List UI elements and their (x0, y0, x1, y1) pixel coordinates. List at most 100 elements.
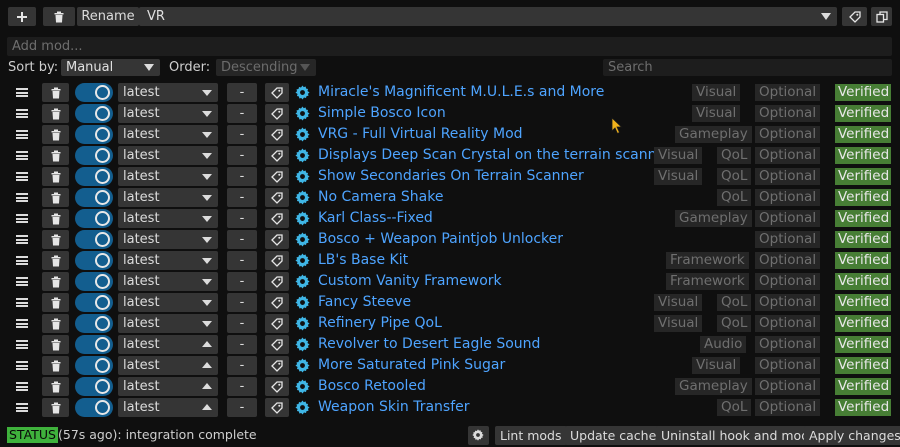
sort-by-select[interactable]: Manual (61, 59, 160, 76)
remove-mod-button[interactable] (42, 272, 69, 291)
mod-enabled-toggle[interactable] (75, 335, 113, 354)
version-select[interactable]: latest (118, 398, 218, 417)
profile-select[interactable]: VR (139, 7, 837, 26)
version-select[interactable]: latest (118, 335, 218, 354)
remove-mod-button[interactable] (42, 209, 69, 228)
version-select[interactable]: latest (118, 272, 218, 291)
drag-handle-icon[interactable] (16, 340, 28, 349)
mod-enabled-toggle[interactable] (75, 272, 113, 291)
gear-icon[interactable] (295, 169, 310, 184)
mod-enabled-toggle[interactable] (75, 104, 113, 123)
version-select[interactable]: latest (118, 125, 218, 144)
mod-enabled-toggle[interactable] (75, 251, 113, 270)
gear-icon[interactable] (295, 148, 310, 163)
apply-changes-button[interactable]: Apply changes (804, 426, 900, 445)
mod-tag-button[interactable] (265, 83, 289, 102)
mod-extra-button[interactable]: - (227, 272, 257, 291)
mod-name-link[interactable]: No Camera Shake (318, 187, 443, 208)
mod-name-link[interactable]: Revolver to Desert Eagle Sound (318, 334, 540, 355)
add-profile-button[interactable] (8, 7, 36, 26)
remove-mod-button[interactable] (42, 230, 69, 249)
mod-extra-button[interactable]: - (227, 251, 257, 270)
mod-extra-button[interactable]: - (227, 167, 257, 186)
delete-profile-button[interactable] (43, 7, 75, 26)
mod-extra-button[interactable]: - (227, 314, 257, 333)
mod-tag-button[interactable] (265, 209, 289, 228)
remove-mod-button[interactable] (42, 104, 69, 123)
remove-mod-button[interactable] (42, 398, 69, 417)
drag-handle-icon[interactable] (16, 130, 28, 139)
lint-mods-button[interactable]: Lint mods (495, 426, 567, 445)
mod-extra-button[interactable]: - (227, 83, 257, 102)
mod-enabled-toggle[interactable] (75, 146, 113, 165)
mod-tag-button[interactable] (265, 188, 289, 207)
mod-extra-button[interactable]: - (227, 104, 257, 123)
rename-profile-button[interactable]: Rename (77, 7, 139, 26)
mod-extra-button[interactable]: - (227, 398, 257, 417)
gear-icon[interactable] (295, 316, 310, 331)
remove-mod-button[interactable] (42, 314, 69, 333)
profile-tag-button[interactable] (842, 7, 867, 26)
drag-handle-icon[interactable] (16, 109, 28, 118)
drag-handle-icon[interactable] (16, 361, 28, 370)
remove-mod-button[interactable] (42, 356, 69, 375)
mod-name-link[interactable]: VRG - Full Virtual Reality Mod (318, 124, 523, 145)
mod-name-link[interactable]: Bosco + Weapon Paintjob Unlocker (318, 229, 563, 250)
mod-enabled-toggle[interactable] (75, 377, 113, 396)
mod-enabled-toggle[interactable] (75, 83, 113, 102)
settings-button[interactable] (468, 426, 489, 445)
gear-icon[interactable] (295, 400, 310, 415)
mod-tag-button[interactable] (265, 146, 289, 165)
mod-tag-button[interactable] (265, 125, 289, 144)
mod-name-link[interactable]: LB's Base Kit (318, 250, 408, 271)
mod-tag-button[interactable] (265, 377, 289, 396)
remove-mod-button[interactable] (42, 251, 69, 270)
mod-enabled-toggle[interactable] (75, 356, 113, 375)
gear-icon[interactable] (295, 211, 310, 226)
drag-handle-icon[interactable] (16, 235, 28, 244)
gear-icon[interactable] (295, 85, 310, 100)
copy-profile-button[interactable] (871, 7, 892, 26)
mod-tag-button[interactable] (265, 251, 289, 270)
mod-tag-button[interactable] (265, 272, 289, 291)
version-select[interactable]: latest (118, 230, 218, 249)
mod-name-link[interactable]: Miracle's Magnificent M.U.L.E.s and More (318, 82, 604, 103)
mod-name-link[interactable]: Weapon Skin Transfer (318, 397, 470, 418)
mod-name-link[interactable]: Fancy Steeve (318, 292, 411, 313)
gear-icon[interactable] (295, 379, 310, 394)
mod-enabled-toggle[interactable] (75, 314, 113, 333)
mod-enabled-toggle[interactable] (75, 398, 113, 417)
mod-extra-button[interactable]: - (227, 356, 257, 375)
drag-handle-icon[interactable] (16, 151, 28, 160)
mod-tag-button[interactable] (265, 230, 289, 249)
remove-mod-button[interactable] (42, 83, 69, 102)
remove-mod-button[interactable] (42, 377, 69, 396)
mod-enabled-toggle[interactable] (75, 125, 113, 144)
add-mod-input[interactable]: Add mod... (7, 37, 892, 56)
version-select[interactable]: latest (118, 83, 218, 102)
mod-name-link[interactable]: Simple Bosco Icon (318, 103, 446, 124)
version-select[interactable]: latest (118, 251, 218, 270)
mod-tag-button[interactable] (265, 293, 289, 312)
version-select[interactable]: latest (118, 377, 218, 396)
mod-enabled-toggle[interactable] (75, 188, 113, 207)
gear-icon[interactable] (295, 127, 310, 142)
mod-tag-button[interactable] (265, 167, 289, 186)
drag-handle-icon[interactable] (16, 298, 28, 307)
mod-extra-button[interactable]: - (227, 377, 257, 396)
gear-icon[interactable] (295, 190, 310, 205)
mod-extra-button[interactable]: - (227, 209, 257, 228)
gear-icon[interactable] (295, 232, 310, 247)
mod-name-link[interactable]: Bosco Retooled (318, 376, 426, 397)
mod-name-link[interactable]: Karl Class--Fixed (318, 208, 433, 229)
gear-icon[interactable] (295, 337, 310, 352)
drag-handle-icon[interactable] (16, 214, 28, 223)
drag-handle-icon[interactable] (16, 193, 28, 202)
gear-icon[interactable] (295, 358, 310, 373)
mod-name-link[interactable]: Displays Deep Scan Crystal on the terrai… (318, 145, 671, 166)
drag-handle-icon[interactable] (16, 382, 28, 391)
drag-handle-icon[interactable] (16, 319, 28, 328)
mod-name-link[interactable]: Show Secondaries On Terrain Scanner (318, 166, 584, 187)
gear-icon[interactable] (295, 253, 310, 268)
mod-tag-button[interactable] (265, 335, 289, 354)
